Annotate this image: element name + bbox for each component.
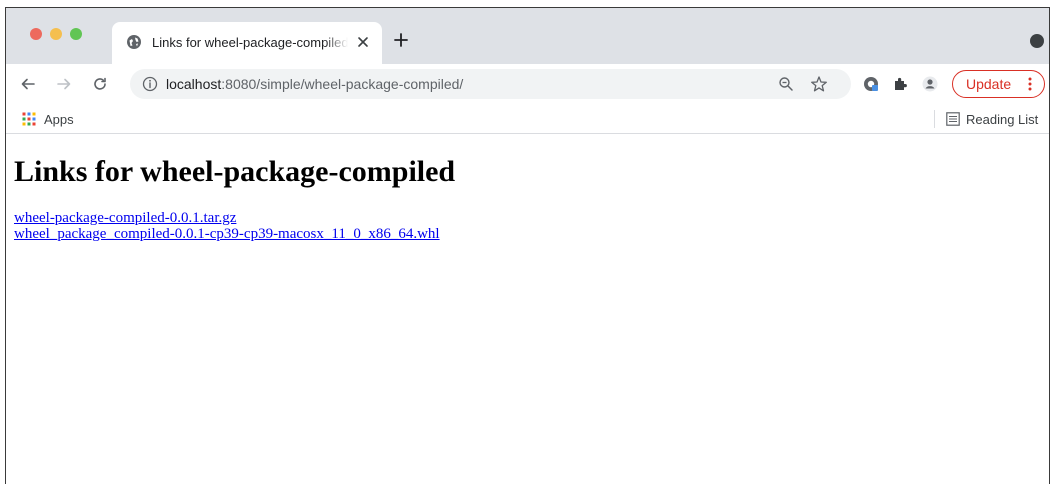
address-bar[interactable]: localhost:8080/simple/wheel-package-comp…: [130, 69, 851, 99]
reading-list-icon[interactable]: [946, 112, 960, 126]
apps-bookmark[interactable]: Apps: [44, 112, 74, 127]
forward-arrow-icon[interactable]: [56, 76, 72, 92]
bookmarks-bar: Apps Reading List: [6, 104, 1049, 134]
link-list: wheel-package-compiled-0.0.1.tar.gz whee…: [14, 210, 440, 242]
toolbar: localhost:8080/simple/wheel-package-comp…: [6, 64, 1049, 104]
star-icon[interactable]: [810, 75, 828, 93]
tab-active[interactable]: Links for wheel-package-compiled: [112, 22, 382, 64]
page-content: Links for wheel-package-compiled wheel-p…: [6, 135, 1049, 484]
plus-icon[interactable]: [394, 33, 408, 47]
globe-icon: [127, 35, 141, 49]
extension-icon[interactable]: [863, 76, 879, 92]
tab-title: Links for wheel-package-compiled: [152, 35, 348, 50]
apps-grid-icon[interactable]: [22, 112, 36, 126]
sdist-link[interactable]: wheel-package-compiled-0.0.1.tar.gz: [14, 210, 440, 226]
update-label: Update: [966, 76, 1012, 92]
reading-list-button[interactable]: Reading List: [966, 112, 1038, 127]
tab-strip: Links for wheel-package-compiled: [6, 8, 1049, 64]
wheel-link[interactable]: wheel_package_compiled-0.0.1-cp39-cp39-m…: [14, 226, 440, 242]
info-icon[interactable]: [142, 76, 158, 92]
page-title: Links for wheel-package-compiled: [14, 155, 456, 188]
close-icon[interactable]: [356, 35, 370, 49]
bookmarks-divider: [934, 110, 935, 128]
kebab-menu-icon: [1028, 77, 1032, 91]
reload-icon[interactable]: [92, 76, 108, 92]
window-minimize-button[interactable]: [50, 28, 62, 40]
update-button[interactable]: Update: [952, 70, 1045, 98]
url-host: localhost: [166, 76, 222, 92]
url-text: localhost:8080/simple/wheel-package-comp…: [166, 76, 463, 92]
tab-search-icon[interactable]: [1030, 34, 1044, 48]
window-close-button[interactable]: [30, 28, 42, 40]
window-maximize-button[interactable]: [70, 28, 82, 40]
account-icon[interactable]: [922, 76, 938, 92]
zoom-icon[interactable]: [778, 76, 794, 92]
browser-window: Links for wheel-package-compiled localho…: [5, 7, 1050, 484]
back-arrow-icon[interactable]: [20, 76, 36, 92]
puzzle-icon[interactable]: [892, 76, 908, 92]
url-path: :8080/simple/wheel-package-compiled/: [221, 76, 464, 92]
